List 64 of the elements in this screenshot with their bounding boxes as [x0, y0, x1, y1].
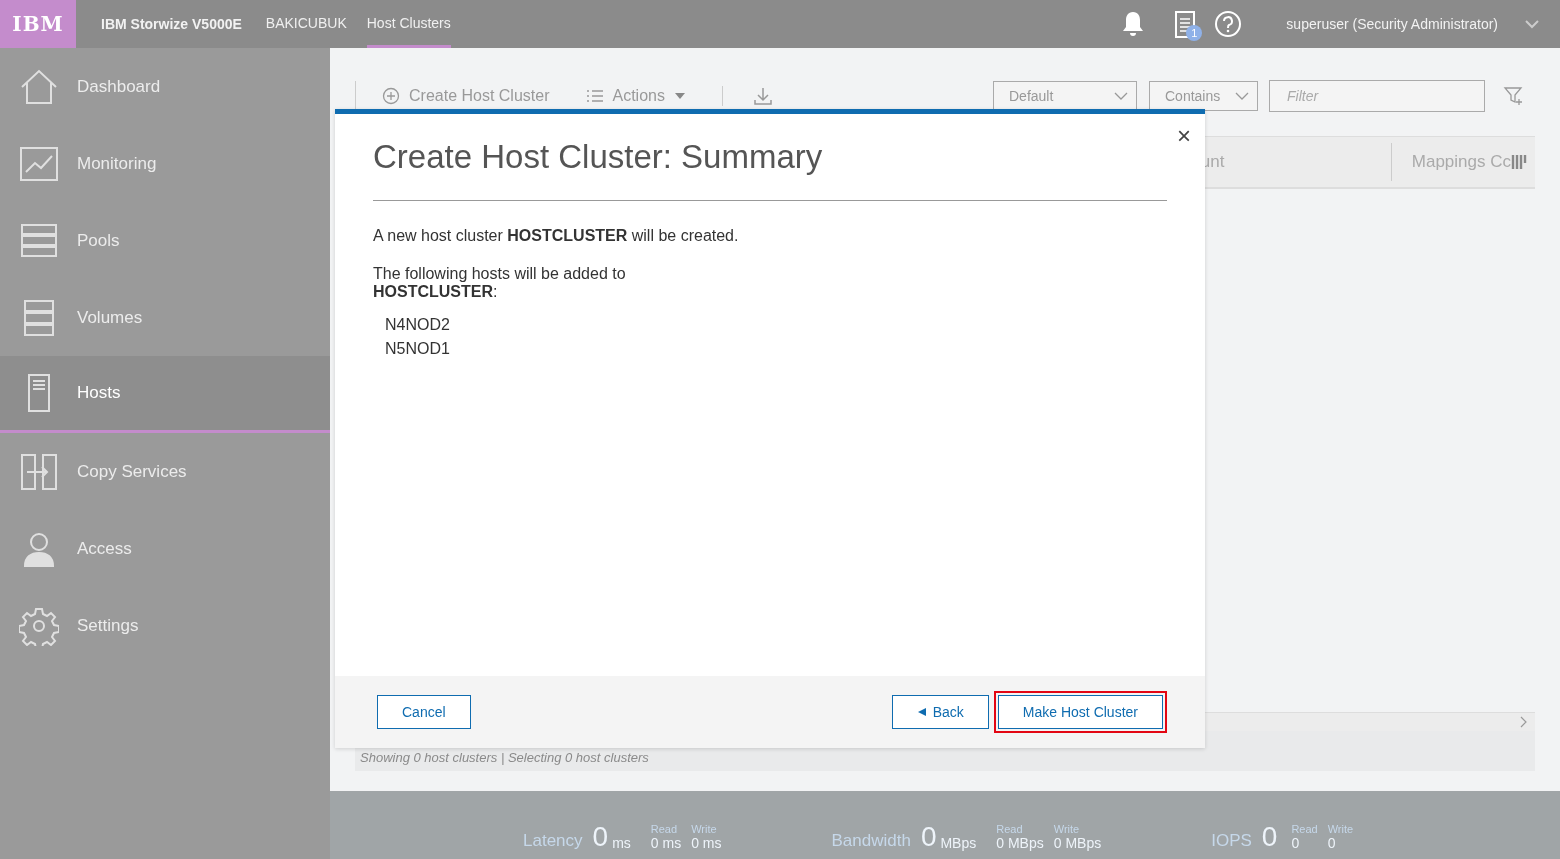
- match-select[interactable]: Contains: [1149, 81, 1258, 111]
- read-label: Read: [650, 823, 679, 835]
- metric-label: Bandwidth: [831, 831, 911, 851]
- chevron-down-icon: [1235, 92, 1249, 100]
- plus-circle-icon: [382, 87, 400, 105]
- write-label: Write: [1327, 823, 1354, 835]
- read-label: Read: [1291, 823, 1318, 835]
- metric-label: IOPS: [1211, 831, 1252, 851]
- column-header[interactable]: Mappings Cc: [1390, 143, 1511, 181]
- ibm-logo[interactable]: IBM: [0, 0, 76, 48]
- summary-text: A new host cluster HOSTCLUSTER will be created.: [373, 227, 740, 245]
- metric-unit: MBps: [940, 835, 977, 851]
- help-icon[interactable]: [1214, 10, 1243, 38]
- sidebar-item[interactable]: Hosts: [0, 356, 330, 433]
- metric-value: 0: [1261, 823, 1278, 851]
- task-count-badge: 1: [1186, 25, 1203, 41]
- clipboard-icon[interactable]: [1174, 9, 1197, 39]
- metric-unit: ms: [612, 835, 631, 851]
- close-button[interactable]: ×: [1173, 122, 1195, 150]
- back-button[interactable]: Back: [891, 695, 989, 729]
- left-triangle-icon: [916, 707, 927, 717]
- copy-arrow-icon: [19, 451, 59, 492]
- download-icon[interactable]: [721, 86, 773, 106]
- filter-field[interactable]: Filter: [1269, 80, 1485, 112]
- sidebar-item[interactable]: Settings: [0, 587, 330, 664]
- breadcrumb-tab[interactable]: BAKICUBUK: [265, 0, 347, 48]
- list-icon: [585, 89, 604, 103]
- actions-menu-button[interactable]: Actions: [585, 87, 686, 105]
- create-host-cluster-button[interactable]: Create Host Cluster: [382, 87, 550, 105]
- read-value: 0 MBps: [996, 835, 1044, 851]
- sidebar-item[interactable]: Dashboard: [0, 48, 330, 125]
- sidebar-item[interactable]: Volumes: [0, 279, 330, 356]
- make-host-cluster-button[interactable]: Make Host Cluster: [997, 695, 1163, 729]
- host-name: N4NOD2: [384, 315, 451, 335]
- metric-value: 0: [592, 823, 609, 851]
- selection-status: Showing 0 host clusters | Selecting 0 host clusters: [360, 750, 649, 765]
- write-value: 0: [1327, 835, 1337, 851]
- dialog-title: Create Host Cluster: Summary: [373, 138, 824, 176]
- chevron-down-icon[interactable]: [1524, 19, 1540, 29]
- read-value: 0: [1291, 835, 1301, 851]
- write-label: Write: [1053, 823, 1081, 835]
- view-select[interactable]: Default: [993, 81, 1137, 111]
- sidebar-item[interactable]: Monitoring: [0, 125, 330, 202]
- user-menu[interactable]: superuser (Security Administrator): [1286, 16, 1498, 32]
- host-name: N5NOD1: [384, 339, 451, 359]
- read-value: 0 ms: [650, 835, 682, 851]
- metric-label: Latency: [523, 831, 583, 851]
- sidebar-item[interactable]: Copy Services: [0, 433, 330, 510]
- product-name: IBM Storwize V5000E: [101, 16, 242, 32]
- read-label: Read: [996, 823, 1024, 835]
- hosts-intro-text: The following hosts will be added to HOSTCLUSTER:: [373, 265, 627, 301]
- caret-icon: [673, 92, 686, 100]
- columns-icon[interactable]: [1511, 153, 1529, 171]
- metric-value: 0: [920, 823, 937, 851]
- sidebar-item[interactable]: Access: [0, 510, 330, 587]
- write-value: 0 MBps: [1053, 835, 1102, 851]
- cancel-button[interactable]: Cancel: [377, 695, 471, 729]
- chevron-right-icon[interactable]: [1519, 716, 1529, 728]
- settings-icon: [19, 605, 59, 646]
- write-value: 0 ms: [691, 835, 722, 851]
- chevron-down-icon: [1114, 92, 1128, 100]
- sidebar-item[interactable]: Pools: [0, 202, 330, 279]
- filter-icon[interactable]: [1503, 85, 1525, 107]
- write-label: Write: [691, 823, 718, 835]
